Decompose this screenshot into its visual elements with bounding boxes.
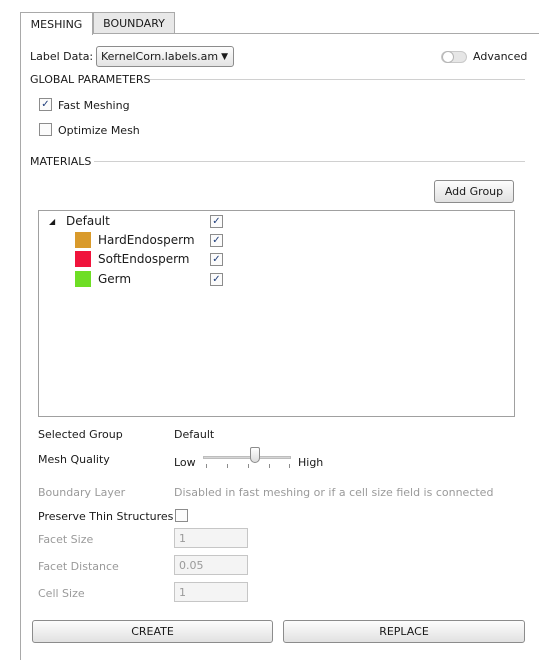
hardendosperm-color-swatch: [75, 232, 91, 248]
mesh-quality-label: Mesh Quality: [38, 453, 110, 466]
mesh-quality-slider-handle[interactable]: [250, 447, 260, 463]
cell-size-value: 1: [179, 585, 186, 599]
facet-size-label: Facet Size: [38, 533, 94, 546]
tab-meshing[interactable]: MESHING: [20, 12, 93, 35]
facet-size-value: 1: [179, 531, 186, 545]
tab-boundary[interactable]: BOUNDARY: [93, 12, 175, 34]
fast-meshing-label: Fast Meshing: [58, 99, 130, 112]
material-germ-checkbox[interactable]: ✓: [210, 273, 223, 286]
check-icon: ✓: [212, 274, 221, 285]
tab-meshing-label: MESHING: [30, 17, 83, 31]
material-softendosperm-checkbox[interactable]: ✓: [210, 253, 223, 266]
check-icon: ✓: [212, 254, 221, 265]
expanded-triangle-icon[interactable]: ◢: [49, 217, 55, 226]
facet-size-input[interactable]: 1: [174, 528, 248, 548]
preserve-thin-structures-label: Preserve Thin Structures: [38, 510, 174, 523]
toggle-knob: [442, 51, 454, 63]
slider-tick: [206, 464, 207, 468]
check-icon: ✓: [41, 99, 50, 110]
chevron-down-icon: ▼: [221, 52, 228, 62]
optimize-mesh-checkbox[interactable]: [39, 123, 52, 136]
global-parameters-divider: [150, 79, 525, 80]
material-hardendosperm-checkbox[interactable]: ✓: [210, 234, 223, 247]
group-default-label[interactable]: Default: [66, 214, 110, 228]
softendosperm-color-swatch: [75, 251, 91, 267]
check-icon: ✓: [212, 235, 221, 246]
fast-meshing-checkbox[interactable]: ✓: [39, 98, 52, 111]
material-germ-label[interactable]: Germ: [98, 272, 131, 286]
boundary-layer-label: Boundary Layer: [38, 486, 126, 499]
material-hardendosperm-label[interactable]: HardEndosperm: [98, 233, 195, 247]
selected-group-label: Selected Group: [38, 428, 123, 441]
materials-divider: [94, 161, 525, 162]
replace-button[interactable]: REPLACE: [283, 620, 525, 643]
cell-size-label: Cell Size: [38, 587, 85, 600]
mesh-quality-slider[interactable]: [203, 456, 291, 459]
preserve-thin-structures-checkbox[interactable]: [175, 509, 188, 522]
create-label: CREATE: [131, 625, 174, 638]
slider-tick: [269, 464, 270, 468]
label-data-value: KernelCorn.labels.am: [101, 50, 219, 63]
mesh-quality-high-label: High: [298, 456, 324, 469]
label-data-dropdown[interactable]: KernelCorn.labels.am ▼: [96, 46, 234, 67]
materials-title: MATERIALS: [30, 155, 92, 168]
boundary-layer-status: Disabled in fast meshing or if a cell si…: [174, 486, 494, 499]
add-group-button[interactable]: Add Group: [434, 180, 514, 203]
facet-distance-label: Facet Distance: [38, 560, 119, 573]
advanced-label: Advanced: [473, 50, 528, 63]
add-group-label: Add Group: [444, 185, 504, 198]
slider-tick: [289, 464, 290, 468]
tab-boundary-label: BOUNDARY: [103, 17, 165, 30]
cell-size-input[interactable]: 1: [174, 582, 248, 602]
check-icon: ✓: [212, 216, 221, 227]
optimize-mesh-label: Optimize Mesh: [58, 124, 140, 137]
label-data-label: Label Data:: [30, 50, 94, 63]
replace-label: REPLACE: [379, 625, 429, 638]
advanced-toggle[interactable]: [441, 51, 467, 63]
mesh-quality-low-label: Low: [174, 456, 196, 469]
selected-group-value: Default: [174, 428, 215, 441]
facet-distance-value: 0.05: [179, 558, 204, 572]
create-button[interactable]: CREATE: [32, 620, 273, 643]
slider-tick: [248, 464, 249, 468]
facet-distance-input[interactable]: 0.05: [174, 555, 248, 575]
slider-tick: [227, 464, 228, 468]
global-parameters-title: GLOBAL PARAMETERS: [30, 73, 151, 86]
material-softendosperm-label[interactable]: SoftEndosperm: [98, 252, 190, 266]
group-default-checkbox[interactable]: ✓: [210, 215, 223, 228]
germ-color-swatch: [75, 271, 91, 287]
